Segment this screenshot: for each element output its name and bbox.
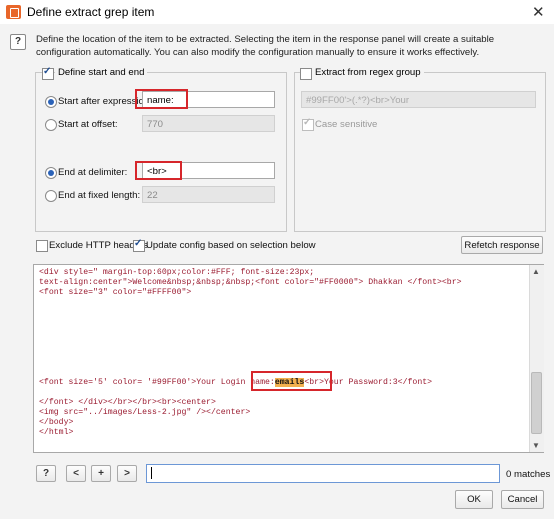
close-icon[interactable]: ✕ — [532, 3, 545, 21]
start-offset-radio[interactable] — [45, 119, 57, 131]
search-next-button[interactable]: > — [117, 465, 137, 482]
burp-icon — [6, 5, 21, 19]
search-help-button[interactable]: ? — [36, 465, 56, 482]
start-end-group-title: Define start and end — [55, 67, 148, 78]
search-prev-button[interactable]: < — [66, 465, 86, 482]
response-editor[interactable]: <div style=" margin-top:60px;color:#FFF;… — [33, 264, 544, 453]
end-fixed-radio[interactable] — [45, 190, 57, 202]
update-config-checkbox[interactable] — [133, 238, 145, 252]
refetch-response-button[interactable]: Refetch response — [461, 236, 543, 254]
start-after-radio[interactable] — [45, 96, 57, 108]
start-after-highlight — [135, 89, 188, 109]
exclude-headers-checkbox[interactable] — [36, 240, 48, 252]
end-delimiter-label: End at delimiter: — [58, 167, 128, 178]
scroll-thumb[interactable] — [531, 372, 542, 434]
scroll-down-icon[interactable]: ▼ — [532, 441, 540, 450]
regex-checkbox[interactable] — [300, 68, 312, 80]
code-line-4: <font size='5' color= '#99FF00'>Your Log… — [39, 378, 433, 387]
case-sensitive-checkbox[interactable] — [302, 117, 314, 131]
end-fixed-label: End at fixed length: — [58, 190, 141, 201]
start-offset-input[interactable]: 770 — [142, 115, 275, 132]
regex-group-title: Extract from regex group — [312, 67, 424, 78]
code-line-8: </html> — [39, 428, 74, 437]
ok-button[interactable]: OK — [455, 490, 493, 509]
cancel-button[interactable]: Cancel — [501, 490, 544, 509]
text-caret — [151, 467, 152, 479]
end-delimiter-highlight — [135, 161, 182, 180]
end-delimiter-radio[interactable] — [45, 167, 57, 179]
regex-input[interactable]: #99FF00'>(.*?)<br>Your — [301, 91, 536, 108]
start-offset-label: Start at offset: — [58, 119, 118, 130]
code-line-3: <font size="3" color="#FFFF00"> — [39, 288, 192, 297]
define-start-end-checkbox[interactable] — [42, 66, 54, 80]
selection-highlight — [251, 371, 332, 391]
description-text: Define the location of the item to be ex… — [36, 34, 495, 58]
search-input[interactable] — [146, 464, 500, 483]
update-config-label: Update config based on selection below — [146, 240, 316, 251]
end-fixed-input[interactable]: 22 — [142, 186, 275, 203]
case-sensitive-label: Case sensitive — [315, 119, 378, 130]
window-title: Define extract grep item — [27, 5, 155, 19]
scroll-up-icon[interactable]: ▲ — [532, 267, 540, 276]
help-icon[interactable]: ? — [10, 34, 26, 50]
match-count: 0 matches — [506, 469, 551, 480]
search-add-button[interactable]: + — [91, 465, 111, 482]
